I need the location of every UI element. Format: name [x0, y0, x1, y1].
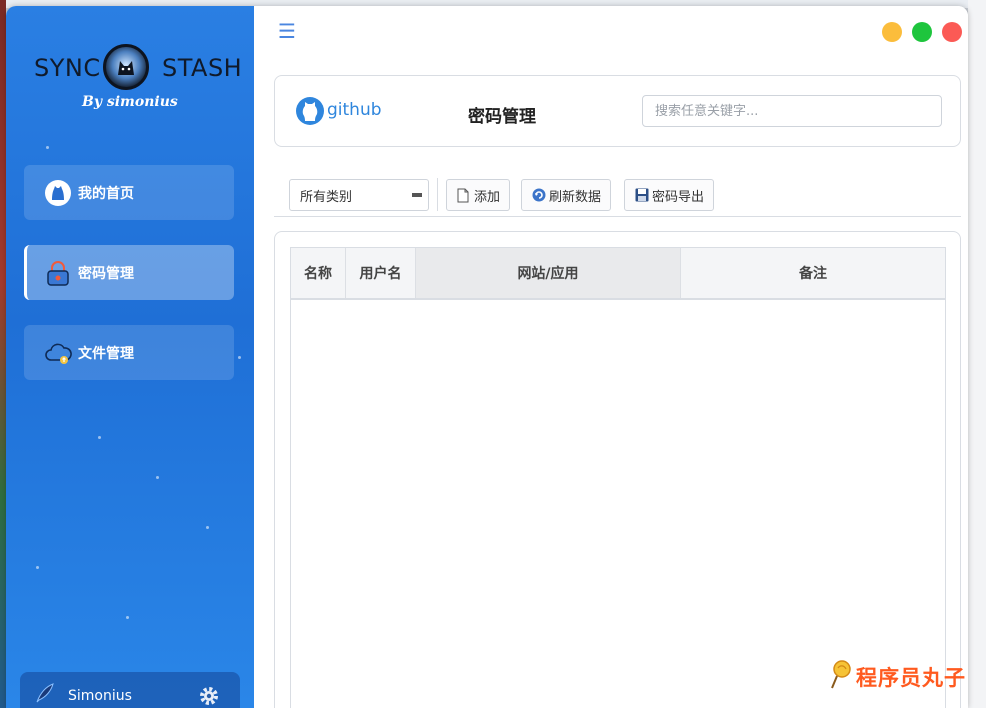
main-content: ☰ github 密码管理 所有类别: [254, 6, 968, 708]
lock-icon: [44, 259, 72, 287]
table-header: 名称 用户名 网站/应用 备注: [291, 248, 945, 300]
new-file-icon: [457, 187, 471, 203]
column-header-site[interactable]: 网站/应用: [416, 248, 681, 298]
header-card: github 密码管理: [274, 75, 961, 147]
github-label[interactable]: github: [327, 100, 382, 120]
gear-icon[interactable]: [198, 685, 220, 707]
refresh-button-label: 刷新数据: [549, 189, 602, 205]
add-button[interactable]: 添加: [446, 179, 511, 211]
github-icon[interactable]: [295, 96, 325, 126]
cloud-upload-icon: [44, 339, 72, 367]
toolbar: 所有类别 添加 刷新数据 密码导出: [274, 178, 961, 217]
sidebar-item-label: 我的首页: [78, 185, 134, 202]
toolbar-divider: [437, 178, 438, 211]
page-title: 密码管理: [468, 107, 536, 127]
sidebar: SYNC STASH By simonius 我的首页 密码管理 文件管理 Si…: [6, 6, 254, 708]
add-button-label: 添加: [474, 189, 501, 205]
minimize-button[interactable]: [882, 22, 902, 42]
export-button-label: 密码导出: [652, 189, 705, 205]
hamburger-menu-icon[interactable]: ☰: [278, 20, 300, 42]
save-disk-icon: [635, 187, 649, 203]
password-table: 名称 用户名 网站/应用 备注: [290, 247, 946, 708]
category-select[interactable]: 所有类别: [289, 179, 429, 211]
cat-logo-icon: [103, 44, 149, 90]
column-header-name[interactable]: 名称: [291, 248, 346, 298]
sidebar-item-label: 文件管理: [78, 345, 134, 362]
category-select-value: 所有类别: [300, 189, 353, 205]
watermark: 程序员丸子: [830, 660, 966, 694]
select-caret-icon: [412, 193, 422, 197]
github-cat-icon: [44, 179, 72, 207]
logo-subtitle: By simonius: [82, 94, 178, 110]
refresh-icon: [532, 187, 546, 203]
export-button[interactable]: 密码导出: [624, 179, 715, 211]
app-logo: SYNC STASH By simonius: [32, 42, 242, 112]
username: Simonius: [68, 688, 132, 704]
maximize-button[interactable]: [912, 22, 932, 42]
close-button[interactable]: [942, 22, 962, 42]
watermark-text: 程序员丸子: [856, 666, 966, 690]
column-header-notes[interactable]: 备注: [681, 248, 945, 298]
sidebar-item-label: 密码管理: [78, 265, 134, 282]
user-bar: Simonius: [20, 672, 240, 708]
background-desktop-right: [968, 0, 986, 708]
lollipop-icon: [830, 660, 852, 694]
table-body: [291, 300, 945, 708]
sidebar-item-passwords[interactable]: 密码管理: [24, 245, 234, 300]
table-card: 名称 用户名 网站/应用 备注: [274, 231, 961, 708]
logo-text-sync: SYNC: [34, 54, 101, 82]
sidebar-item-home[interactable]: 我的首页: [24, 165, 234, 220]
sidebar-item-files[interactable]: 文件管理: [24, 325, 234, 380]
feather-icon: [34, 682, 56, 704]
refresh-button[interactable]: 刷新数据: [521, 179, 612, 211]
logo-text-stash: STASH: [162, 54, 243, 82]
app-window: SYNC STASH By simonius 我的首页 密码管理 文件管理 Si…: [6, 6, 968, 708]
search-input[interactable]: [642, 95, 942, 127]
column-header-username[interactable]: 用户名: [346, 248, 416, 298]
